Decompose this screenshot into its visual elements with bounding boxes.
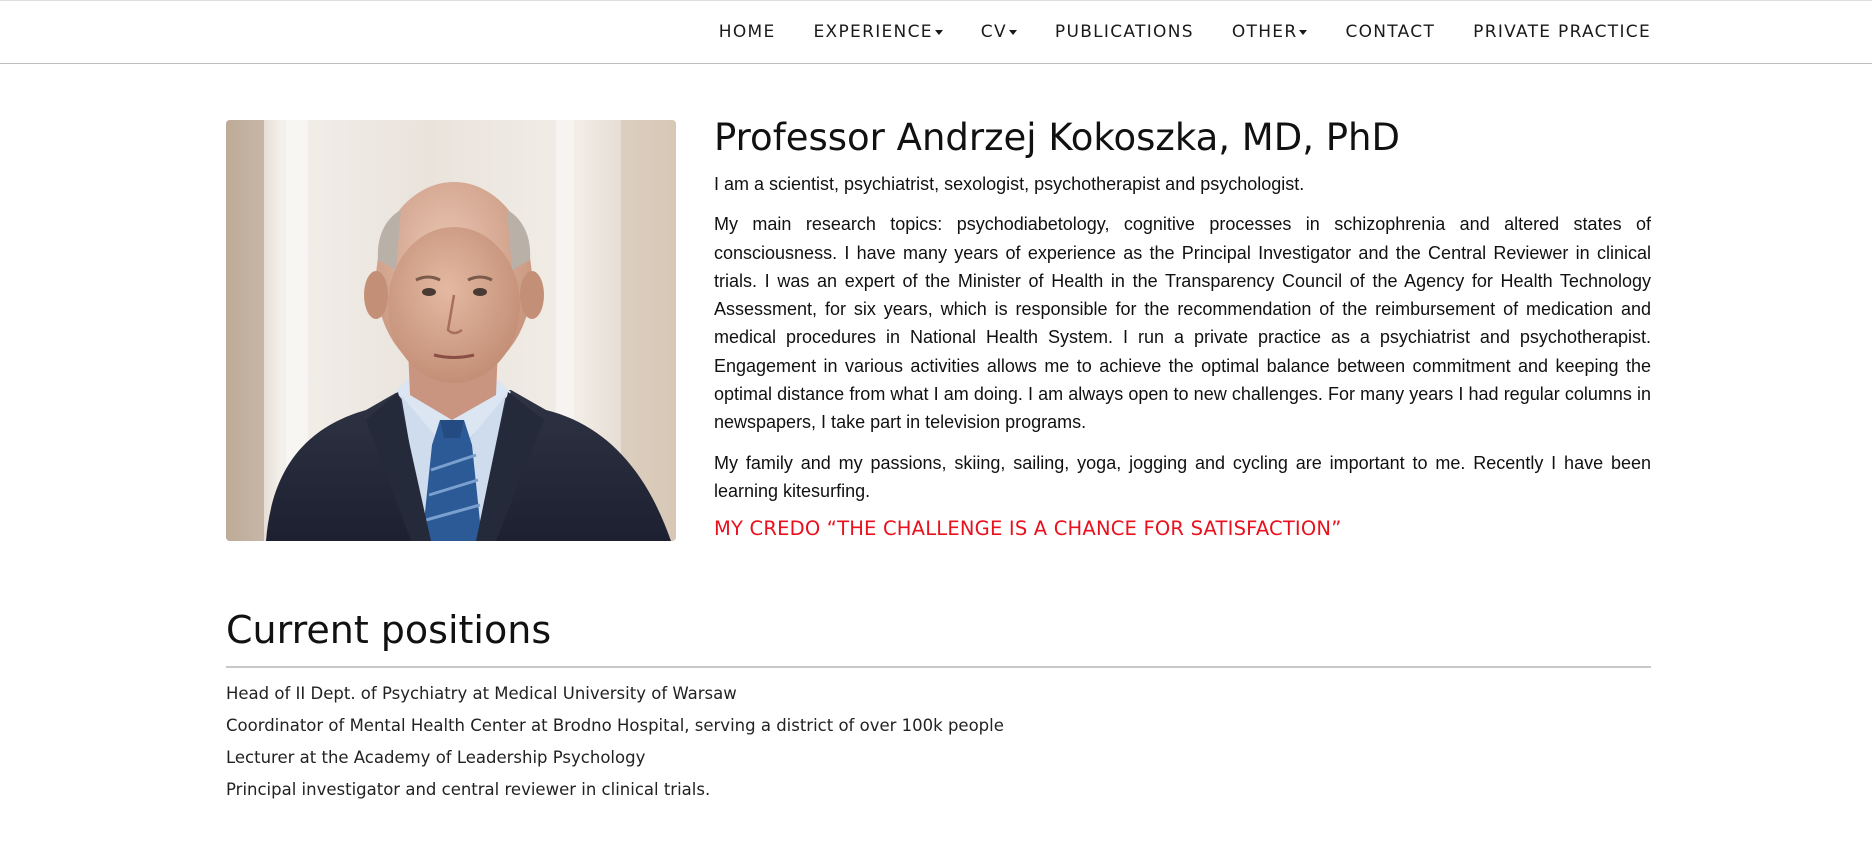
nav-private-practice[interactable]: PRIVATE PRACTICE [1473, 22, 1651, 42]
list-item: Lecturer at the Academy of Leadership Ps… [226, 748, 646, 767]
intro-paragraph: My main research topics: psychodiabetolo… [714, 214, 1651, 433]
intro-section: Professor Andrzej Kokoszka, MD, PhD I am… [714, 112, 1651, 543]
nav-other-label: OTHER [1231, 22, 1298, 42]
section-divider [226, 666, 1651, 668]
list-item: Head of II Dept. of Psychiatry at Medica… [226, 684, 737, 703]
nav-cv[interactable]: CV [981, 22, 1017, 42]
nav-contact-label: CONTACT [1345, 22, 1436, 42]
nav-experience[interactable]: EXPERIENCE [814, 22, 943, 42]
caret-down-icon [1299, 30, 1308, 35]
nav-contact[interactable]: CONTACT [1345, 22, 1435, 42]
positions-heading: Current positions [226, 608, 552, 652]
top-navbar: HOME EXPERIENCE CV PUBLICATIONS OTHER CO… [0, 0, 1872, 64]
nav-publications-label: PUBLICATIONS [1054, 22, 1194, 42]
caret-down-icon [934, 30, 943, 35]
main-nav: HOME EXPERIENCE CV PUBLICATIONS OTHER CO… [719, 1, 1651, 63]
caret-down-icon [1008, 30, 1017, 35]
nav-publications[interactable]: PUBLICATIONS [1055, 22, 1194, 42]
nav-experience-label: EXPERIENCE [813, 22, 933, 42]
current-positions-section: Current positions Head of II Dept. of Ps… [226, 602, 1651, 806]
list-item: Coordinator of Mental Health Center at B… [226, 716, 1004, 735]
nav-home-label: HOME [718, 22, 776, 42]
credo-text: MY CREDO “THE CHALLENGE IS A CHANCE FOR … [714, 517, 1342, 541]
intro-paragraph: My family and my passions, skiing, saili… [714, 452, 1651, 501]
page-title: Professor Andrzej Kokoszka, MD, PhD [714, 116, 1400, 159]
list-item: Principal investigator and central revie… [226, 780, 711, 799]
profile-photo [226, 120, 676, 541]
nav-other[interactable]: OTHER [1232, 22, 1308, 42]
nav-cv-label: CV [980, 22, 1007, 42]
intro-paragraph: I am a scientist, psychiatrist, sexologi… [714, 174, 1305, 194]
nav-home[interactable]: HOME [719, 22, 776, 42]
nav-private-practice-label: PRIVATE PRACTICE [1473, 22, 1651, 42]
positions-list: Head of II Dept. of Psychiatry at Medica… [226, 678, 1651, 806]
